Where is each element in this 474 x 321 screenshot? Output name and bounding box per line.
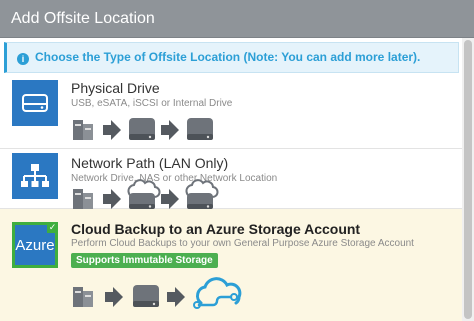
azure-icon: Azure ✓	[12, 222, 58, 268]
arrow-icon	[105, 287, 123, 307]
network-drive-icon	[185, 179, 219, 209]
option-description: Perform Cloud Backups to your own Genera…	[71, 238, 414, 249]
info-banner-text: Choose the Type of Offsite Location (Not…	[35, 50, 421, 64]
scrollbar-thumb[interactable]	[464, 40, 472, 319]
network-drive-icon	[127, 179, 161, 209]
arrow-icon	[161, 120, 179, 140]
option-title: Network Path (LAN Only)	[71, 155, 229, 171]
option-azure-storage[interactable]: Azure ✓ Cloud Backup to an Azure Storage…	[0, 209, 462, 321]
azure-icon-label: Azure	[15, 236, 55, 254]
arrow-icon	[103, 189, 121, 209]
server-icon	[73, 287, 93, 307]
info-icon: i	[17, 53, 29, 65]
flow-diagram	[71, 275, 251, 313]
arrow-icon	[103, 120, 121, 140]
vertical-scrollbar[interactable]	[462, 38, 474, 321]
immutable-storage-badge: Supports Immutable Storage	[71, 253, 218, 268]
option-physical-drive[interactable]: Physical Drive USB, eSATA, iSCSI or Inte…	[0, 76, 462, 149]
arrow-icon	[167, 287, 185, 307]
option-title: Physical Drive	[71, 80, 160, 96]
server-icon	[73, 120, 93, 140]
info-banner: i Choose the Type of Offsite Location (No…	[4, 42, 459, 73]
arrow-icon	[161, 189, 179, 209]
azure-cloud-icon	[193, 277, 242, 309]
option-network-path[interactable]: Network Path (LAN Only) Network Drive, N…	[0, 149, 462, 209]
server-icon	[73, 189, 93, 209]
dialog-title: Add Offsite Location	[0, 0, 474, 38]
network-icon	[12, 153, 58, 199]
option-description: USB, eSATA, iSCSI or Internal Drive	[71, 98, 233, 109]
flow-diagram	[71, 112, 221, 144]
option-title: Cloud Backup to an Azure Storage Account	[71, 221, 361, 237]
checkmark-icon: ✓	[47, 222, 58, 233]
dialog-content: i Choose the Type of Offsite Location (No…	[0, 38, 462, 321]
flow-diagram	[71, 179, 221, 211]
hard-drive-icon	[133, 285, 159, 307]
hard-drive-icon	[12, 80, 58, 126]
hard-drive-icon	[129, 118, 155, 140]
hard-drive-icon	[187, 118, 213, 140]
